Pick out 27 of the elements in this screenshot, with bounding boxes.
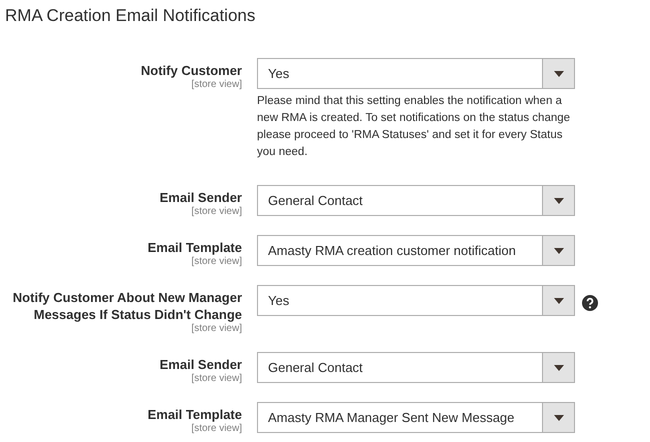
caret-icon: [554, 364, 564, 371]
caret-icon: [554, 298, 564, 304]
scope-label: [store view]: [191, 256, 242, 268]
scope-label: [store view]: [191, 323, 242, 334]
scope-label: [store view]: [191, 79, 242, 90]
section-title: RMA Creation Email Notifications: [5, 6, 256, 26]
scope-label: [store view]: [191, 423, 242, 434]
field-label: Email Sender: [160, 189, 242, 206]
select-field[interactable]: General Contact: [257, 185, 575, 216]
caret-icon: [554, 414, 564, 421]
help-icon[interactable]: [582, 294, 598, 311]
field-label: Notify Customer: [140, 62, 242, 80]
field-label: Notify Customer About New Manager Messages If Status Didn't Change: [12, 289, 242, 324]
scope-label: [store view]: [191, 373, 242, 384]
caret-icon: [554, 248, 564, 254]
field-note: Please mind that this setting enables the notification when a new RMA is created. To set notifications on the status change please proceed to 'RMA Statuses' and set it for every Status you need.: [257, 94, 572, 160]
caret-icon: [554, 198, 564, 204]
caret-icon: [554, 70, 564, 77]
select-field[interactable]: General Contact: [257, 352, 575, 384]
select-field[interactable]: Amasty RMA Manager Sent New Message: [257, 402, 575, 434]
select-field[interactable]: Yes: [257, 285, 575, 316]
field-label: Email Template: [148, 239, 242, 256]
field-label: Email Template: [148, 406, 242, 424]
select-field[interactable]: Yes: [257, 58, 575, 90]
select-field[interactable]: Amasty RMA creation customer notification: [257, 235, 575, 266]
field-label: Email Sender: [160, 356, 242, 374]
scope-label: [store view]: [191, 206, 242, 218]
